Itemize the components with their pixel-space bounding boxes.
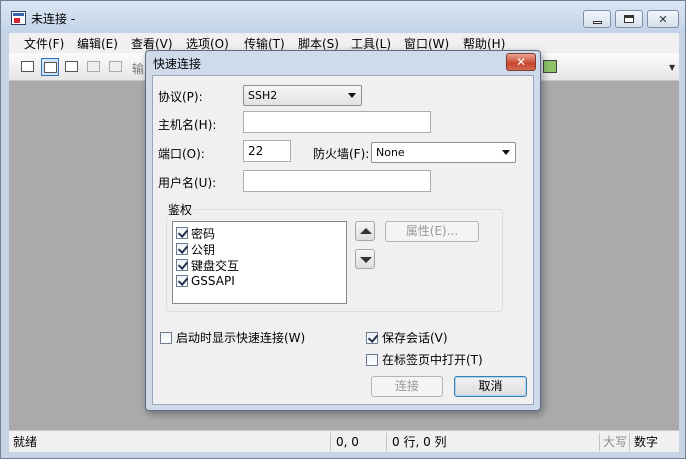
connect-button[interactable]: 连接 xyxy=(371,376,443,397)
protocol-select[interactable]: SSH2 xyxy=(243,85,362,106)
save-session-label: 保存会话(V) xyxy=(382,331,448,345)
maximize-button[interactable] xyxy=(615,10,643,28)
status-ready: 就绪 xyxy=(13,435,38,449)
dialog-title: 快速连接 xyxy=(153,57,202,71)
move-down-button[interactable] xyxy=(355,249,375,269)
minimize-icon xyxy=(592,20,602,24)
open-in-tab-checkbox[interactable] xyxy=(366,353,378,366)
cancel-button[interactable]: 取消 xyxy=(454,376,527,397)
hostname-input[interactable] xyxy=(243,111,431,133)
title-bar: 未连接 - ✕ xyxy=(1,1,685,33)
sftp-icon xyxy=(543,60,557,73)
disconnect-toolbar-button[interactable] xyxy=(107,58,125,76)
tab-connect-icon xyxy=(65,61,78,72)
arrow-up-icon xyxy=(360,228,372,234)
protocol-value: SSH2 xyxy=(248,89,278,102)
save-session-option[interactable]: 保存会话(V) xyxy=(366,329,448,346)
open-in-tab-option[interactable]: 在标签页中打开(T) xyxy=(366,351,483,368)
menu-file[interactable]: 文件(F) xyxy=(24,35,64,52)
auth-method-checkbox[interactable] xyxy=(176,275,188,287)
close-icon: ✕ xyxy=(658,12,668,26)
auth-method-label: GSSAPI xyxy=(191,274,235,288)
close-button[interactable]: ✕ xyxy=(647,10,679,28)
save-session-checkbox[interactable] xyxy=(366,331,378,344)
reconnect-toolbar-button[interactable] xyxy=(85,58,103,76)
status-num: 数字 xyxy=(634,435,659,449)
open-in-tab-label: 在标签页中打开(T) xyxy=(382,353,483,367)
reconnect-icon xyxy=(87,61,100,72)
show-on-startup-checkbox[interactable] xyxy=(160,331,172,344)
auth-method-list[interactable]: 密码 公钥 键盘交互 GSSAPI xyxy=(172,221,347,304)
auth-method-item[interactable]: 公钥 xyxy=(176,241,215,257)
move-up-button[interactable] xyxy=(355,221,375,241)
auth-method-label: 键盘交互 xyxy=(191,258,240,273)
app-icon[interactable] xyxy=(11,11,26,25)
connect-toolbar-button[interactable] xyxy=(19,58,37,76)
protocol-label: 协议(P): xyxy=(158,90,203,104)
arrow-down-icon xyxy=(360,257,372,263)
authentication-group-title: 鉴权 xyxy=(166,201,195,218)
firewall-select[interactable]: None xyxy=(371,142,516,163)
auth-method-item[interactable]: 键盘交互 xyxy=(176,257,239,273)
status-divider xyxy=(386,433,387,451)
dialog-body: 协议(P): SSH2 主机名(H): 端口(O): 防火墙(F): None … xyxy=(152,75,534,405)
status-position: 0, 0 xyxy=(336,435,359,449)
hostname-label: 主机名(H): xyxy=(158,118,217,132)
quick-connect-toolbar-button[interactable] xyxy=(41,58,59,76)
port-input[interactable] xyxy=(243,140,291,162)
window-title: 未连接 - xyxy=(31,12,76,26)
username-label: 用户名(U): xyxy=(158,176,217,190)
dialog-close-button[interactable]: ✕ xyxy=(506,53,536,71)
auth-method-checkbox[interactable] xyxy=(176,243,188,255)
port-label: 端口(O): xyxy=(158,147,205,161)
auth-method-item[interactable]: 密码 xyxy=(176,225,215,241)
quick-connect-dialog: 快速连接 ✕ 协议(P): SSH2 主机名(H): 端口(O): 防火墙(F)… xyxy=(145,50,541,411)
show-on-startup-label: 启动时显示快速连接(W) xyxy=(176,331,306,345)
maximize-icon xyxy=(624,15,634,23)
properties-button[interactable]: 属性(E)... xyxy=(385,221,479,242)
toolbar-partial-text: 输 xyxy=(132,62,145,76)
connect-icon xyxy=(21,61,34,72)
firewall-label: 防火墙(F): xyxy=(313,147,370,161)
toolbar-overflow-icon[interactable]: ▼ xyxy=(669,63,675,72)
status-rowcol: 0 行, 0 列 xyxy=(392,435,447,449)
chevron-down-icon xyxy=(502,150,510,155)
status-bar: 就绪 0, 0 0 行, 0 列 大写 数字 xyxy=(9,430,679,452)
show-on-startup-option[interactable]: 启动时显示快速连接(W) xyxy=(160,329,305,346)
auth-method-checkbox[interactable] xyxy=(176,227,188,239)
auth-method-checkbox[interactable] xyxy=(176,259,188,271)
firewall-value: None xyxy=(376,146,405,159)
minimize-button[interactable] xyxy=(583,10,611,28)
disconnect-icon xyxy=(109,61,122,72)
toolbar-right-button[interactable] xyxy=(541,58,559,76)
close-icon: ✕ xyxy=(515,55,527,69)
chevron-down-icon xyxy=(348,93,356,98)
username-input[interactable] xyxy=(243,170,431,192)
quick-connect-icon xyxy=(44,62,57,73)
connect-in-tab-toolbar-button[interactable] xyxy=(63,58,81,76)
status-divider xyxy=(330,433,331,451)
auth-method-label: 公钥 xyxy=(191,242,216,257)
menu-edit[interactable]: 编辑(E) xyxy=(77,35,118,52)
status-caps: 大写 xyxy=(603,435,628,449)
auth-method-item[interactable]: GSSAPI xyxy=(176,273,235,289)
auth-method-label: 密码 xyxy=(191,226,216,241)
